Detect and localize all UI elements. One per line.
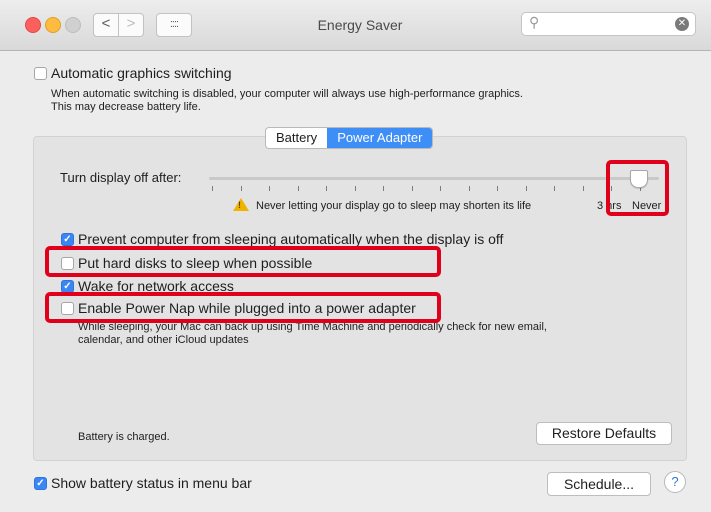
slider-tick [525,186,527,191]
battery-power-tabs: Battery Power Adapter [265,127,434,149]
energy-saver-window: < > :::: Energy Saver ⚲ ✕ Automatic grap… [0,0,711,512]
display-off-slider[interactable] [209,177,659,180]
slider-tick [411,186,413,191]
warning-icon [233,198,249,211]
back-button[interactable]: < [93,13,119,37]
slider-tick [269,186,270,191]
schedule-button[interactable]: Schedule... [547,472,651,496]
slider-tick [326,186,327,191]
tab-power-adapter[interactable]: Power Adapter [327,128,433,148]
slider-tick [297,186,299,191]
minimize-window-button[interactable] [45,17,61,33]
menu-bar-label: Show battery status in menu bar [51,475,252,491]
tab-battery[interactable]: Battery [266,128,327,148]
auto-graphics-description-line1: When automatic switching is disabled, yo… [51,88,523,100]
prevent-sleep-label: Prevent computer from sleeping automatic… [78,231,504,247]
battery-status-text: Battery is charged. [78,431,170,443]
search-icon: ⚲ [529,14,540,30]
auto-graphics-description-line2: This may decrease battery life. [51,101,201,113]
clear-search-icon[interactable]: ✕ [675,17,689,31]
auto-graphics-checkbox[interactable] [34,67,47,80]
slider-tick [240,186,242,191]
auto-graphics-label: Automatic graphics switching [51,65,232,81]
close-window-button[interactable] [25,17,41,33]
highlight-box-slider [606,160,669,216]
power-nap-description-line2: calendar, and other iCloud updates [78,334,249,346]
slider-tick [468,186,470,191]
display-off-label: Turn display off after: [60,170,182,185]
slider-tick [582,186,584,191]
slider-tick [354,186,356,191]
slider-tick [212,186,213,191]
title-bar: < > :::: Energy Saver ⚲ ✕ [0,0,711,51]
prevent-sleep-checkbox[interactable]: ✓ [61,233,74,246]
slider-tick [440,186,441,191]
zoom-window-button[interactable] [65,17,81,33]
highlight-box-power-nap [45,292,441,323]
help-button[interactable]: ? [664,471,686,493]
search-field[interactable]: ⚲ ✕ [521,12,696,36]
highlight-box-hard-disks [45,246,441,277]
menu-bar-checkbox[interactable]: ✓ [34,477,47,490]
slider-tick [383,186,384,191]
show-all-grid-icon[interactable]: :::: [156,13,192,37]
slider-tick [554,186,555,191]
slider-tick [497,186,498,191]
restore-defaults-button[interactable]: Restore Defaults [536,422,672,445]
forward-button[interactable]: > [118,13,144,37]
sleep-warning-text: Never letting your display go to sleep m… [256,200,532,212]
window-title: Energy Saver [317,17,403,33]
